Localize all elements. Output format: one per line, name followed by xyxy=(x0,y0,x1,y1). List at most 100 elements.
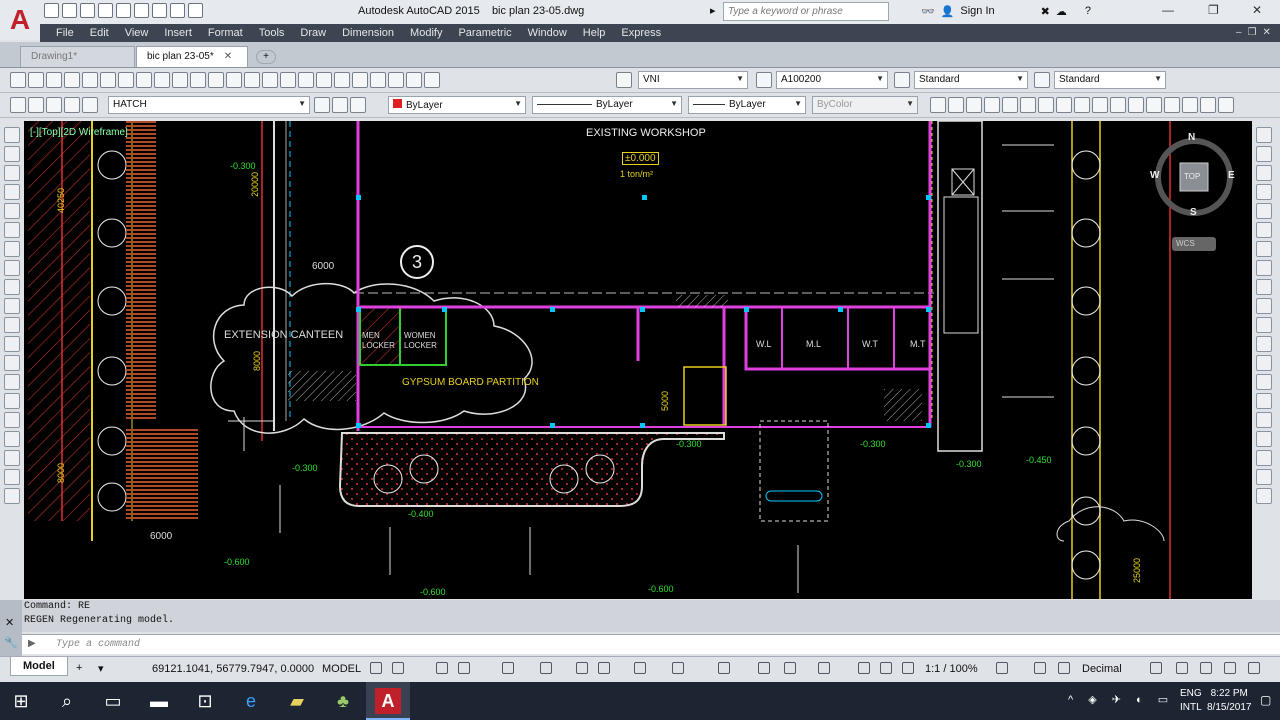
blend-icon[interactable] xyxy=(1256,431,1272,447)
layer-properties-icon[interactable] xyxy=(10,97,26,113)
dim-aligned-icon[interactable] xyxy=(948,97,964,113)
linetype-combo[interactable]: ByLayer ▼ xyxy=(532,96,682,114)
exchange-icon[interactable]: ✖ xyxy=(1041,5,1050,18)
ortho-icon[interactable] xyxy=(436,662,448,674)
saveas-icon[interactable] xyxy=(98,3,113,18)
zoom-window-icon[interactable] xyxy=(280,72,296,88)
annotation-scale-icon[interactable] xyxy=(902,662,914,674)
menu-item-dimension[interactable]: Dimension xyxy=(342,27,394,39)
scale-icon[interactable] xyxy=(1256,260,1272,276)
break-icon[interactable] xyxy=(1256,355,1272,371)
windows-start-icon[interactable]: ⊞ xyxy=(8,688,34,714)
autocad-logo-icon[interactable]: A xyxy=(10,4,30,36)
compass-north[interactable]: N xyxy=(1188,132,1195,143)
workspace-gear-icon[interactable] xyxy=(996,662,1008,674)
menu-item-window[interactable]: Window xyxy=(528,27,567,39)
copy-icon[interactable] xyxy=(136,72,152,88)
search-icon[interactable]: ⌕ xyxy=(54,688,80,714)
annotation-monitor-icon[interactable] xyxy=(1034,662,1046,674)
quickcalc-icon[interactable] xyxy=(406,72,422,88)
qat-dropdown-icon[interactable] xyxy=(188,3,203,18)
match-prop-icon[interactable] xyxy=(172,72,188,88)
undo-tb-icon[interactable] xyxy=(208,72,224,88)
app-icon[interactable]: ♣ xyxy=(330,688,356,714)
new-tab-plus-icon[interactable]: + xyxy=(256,50,276,64)
trim-icon[interactable] xyxy=(1256,298,1272,314)
dim-continue-icon[interactable] xyxy=(1110,97,1126,113)
open-file-icon[interactable] xyxy=(28,72,44,88)
dim-style-combo[interactable]: A100200 ▼ xyxy=(776,71,888,89)
viewport-controls[interactable]: [-][Top][2D Wireframe] xyxy=(30,127,128,138)
customize-command-icon[interactable]: 🔧 xyxy=(4,636,18,649)
help-tb-icon[interactable] xyxy=(424,72,440,88)
compass-south[interactable]: S xyxy=(1190,207,1197,218)
menu-item-view[interactable]: View xyxy=(125,27,149,39)
layer-combo[interactable]: HATCH ▼ xyxy=(108,96,310,114)
notification-icon[interactable]: ▢ xyxy=(1260,693,1271,707)
dim-baseline-icon[interactable] xyxy=(1092,97,1108,113)
grid-icon[interactable] xyxy=(370,662,382,674)
units-value[interactable]: Decimal xyxy=(1082,663,1122,675)
rectangle-icon[interactable] xyxy=(4,203,20,219)
menu-item-tools[interactable]: Tools xyxy=(259,27,285,39)
undo-icon[interactable] xyxy=(134,3,149,18)
close-command-icon[interactable]: ✕ xyxy=(5,616,14,629)
dim-radius-icon[interactable] xyxy=(1002,97,1018,113)
annotation-scale-value[interactable]: 1:1 / 100% xyxy=(925,663,978,675)
join-icon[interactable] xyxy=(1256,374,1272,390)
dim-arc-icon[interactable] xyxy=(966,97,982,113)
cut-icon[interactable] xyxy=(118,72,134,88)
hardware-accel-icon[interactable] xyxy=(1224,662,1236,674)
region-icon[interactable] xyxy=(4,431,20,447)
clean-screen-icon[interactable] xyxy=(1248,662,1260,674)
table-icon[interactable] xyxy=(4,450,20,466)
signin-button[interactable]: Sign In xyxy=(960,5,994,18)
make-current-icon[interactable] xyxy=(314,97,330,113)
menu-item-help[interactable]: Help xyxy=(583,27,606,39)
print-icon[interactable] xyxy=(116,3,131,18)
block-editor-icon[interactable] xyxy=(190,72,206,88)
properties-icon[interactable] xyxy=(316,72,332,88)
layer-previous-icon[interactable] xyxy=(332,97,348,113)
tab-drawing1[interactable]: Drawing1* xyxy=(20,46,135,67)
autocad-taskbar-button[interactable]: A xyxy=(366,682,410,720)
layer-color-icon[interactable] xyxy=(82,97,98,113)
annotation-visibility-icon[interactable] xyxy=(858,662,870,674)
layout-list-icon[interactable]: ▾ xyxy=(98,662,104,675)
mtext-icon[interactable] xyxy=(4,469,20,485)
quick-properties-icon[interactable] xyxy=(1150,662,1162,674)
preview-icon[interactable] xyxy=(82,72,98,88)
share-icon[interactable] xyxy=(170,3,185,18)
menu-item-format[interactable]: Format xyxy=(208,27,243,39)
application-menu-button[interactable]: A xyxy=(0,0,40,40)
command-input[interactable]: ▶ Type a command xyxy=(22,634,1280,654)
menu-item-modify[interactable]: Modify xyxy=(410,27,442,39)
a360-icon[interactable]: ☁ xyxy=(1056,5,1067,18)
selection-filter-icon[interactable] xyxy=(784,662,796,674)
make-block-icon[interactable] xyxy=(4,355,20,371)
point-icon[interactable] xyxy=(4,374,20,390)
layout-icon[interactable] xyxy=(1256,469,1272,485)
polygon-icon[interactable] xyxy=(4,184,20,200)
markup-icon[interactable] xyxy=(388,72,404,88)
auto-scale-icon[interactable] xyxy=(880,662,892,674)
compass-east[interactable]: E xyxy=(1228,170,1235,181)
file-explorer-icon[interactable]: ▬ xyxy=(146,688,172,714)
explode-icon[interactable] xyxy=(1256,450,1272,466)
menu-item-insert[interactable]: Insert xyxy=(164,27,192,39)
move-icon[interactable] xyxy=(1256,222,1272,238)
layer-on-icon[interactable] xyxy=(28,97,44,113)
coordinates-readout[interactable]: 69121.1041, 56779.7947, 0.0000 xyxy=(152,663,314,675)
offset-icon[interactable] xyxy=(1256,184,1272,200)
lineweight-combo[interactable]: ByLayer ▼ xyxy=(688,96,806,114)
taskbar-clock[interactable]: 8:22 PM 8/15/2017 xyxy=(1207,687,1252,715)
sticky-notes-icon[interactable]: ▰ xyxy=(284,688,310,714)
model-space-button[interactable]: MODEL xyxy=(322,663,361,675)
zoom-realtime-icon[interactable] xyxy=(262,72,278,88)
viewcube-top-face[interactable]: TOP xyxy=(1184,172,1200,181)
mleader-style-combo[interactable]: Standard ▼ xyxy=(1054,71,1166,89)
color-combo[interactable]: ByLayer ▼ xyxy=(388,96,526,114)
tab-bic-plan[interactable]: bic plan 23-05* ✕ xyxy=(136,46,248,67)
dim-linear-icon[interactable] xyxy=(930,97,946,113)
gradient-icon[interactable] xyxy=(4,412,20,428)
